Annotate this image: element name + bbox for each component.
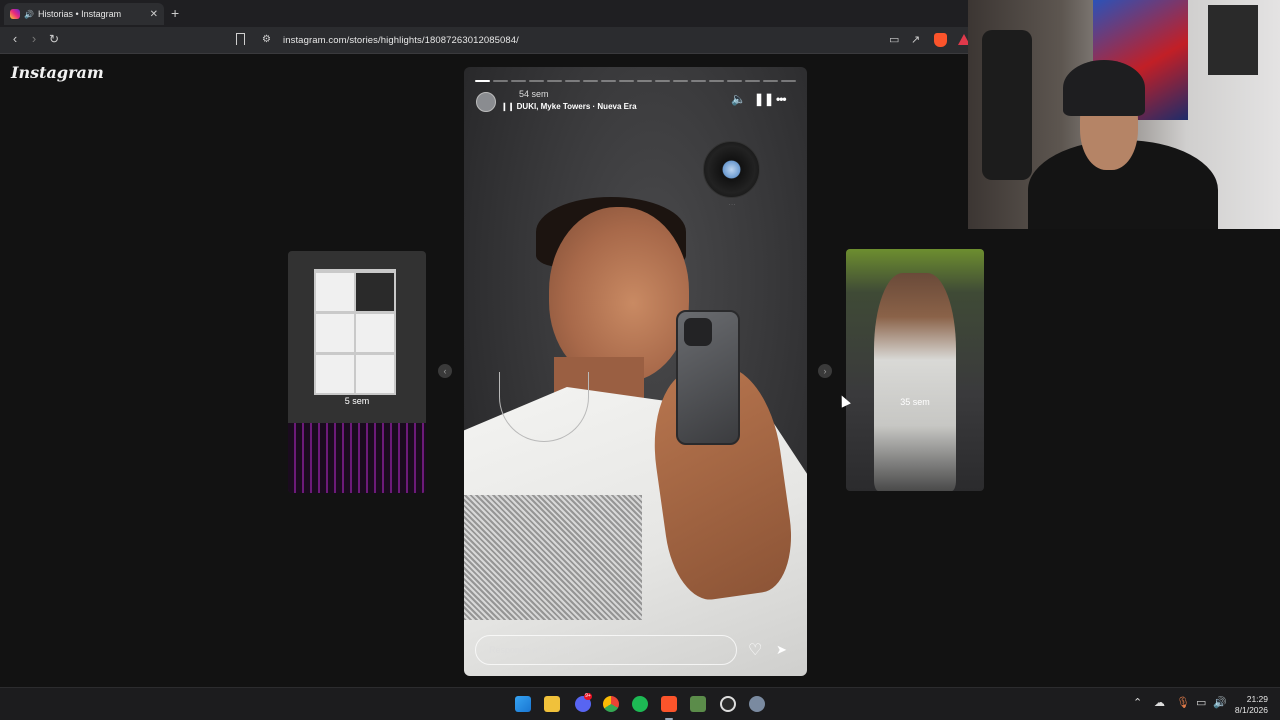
close-tab-icon[interactable]: ✕: [150, 9, 158, 20]
next-story-arrow-icon[interactable]: ›: [818, 364, 832, 378]
volume-tray-icon[interactable]: 🔊: [1213, 696, 1227, 709]
preview-tile: [356, 273, 394, 311]
cast-icon[interactable]: ▭: [889, 33, 899, 46]
more-options-icon[interactable]: •••: [776, 92, 787, 106]
back-button[interactable]: ‹: [6, 31, 24, 46]
hanging-jacket: [982, 30, 1032, 180]
microphone-icon[interactable]: 🎙: [1176, 696, 1190, 709]
preview-tile: [316, 355, 354, 393]
brave-browser-icon[interactable]: [661, 696, 677, 712]
windows-taskbar: 9+ ⌃ ☁ 🎙 ▭ 🔊 21:29 8/1/2026: [0, 687, 1280, 720]
highlight-avatar[interactable]: [476, 92, 496, 112]
chrome-icon[interactable]: [603, 696, 619, 712]
pause-icon[interactable]: ❚❚: [754, 92, 774, 106]
story-time: 54 sem: [519, 89, 549, 99]
brave-shields-icon[interactable]: [934, 33, 947, 47]
music-info[interactable]: ❙❙ DUKI, Myke Towers · Nueva Era: [501, 102, 637, 111]
wall-poster: [1208, 5, 1258, 75]
previous-story-arrow-icon[interactable]: ‹: [438, 364, 452, 378]
address-bar[interactable]: instagram.com/stories/highlights/1808726…: [283, 35, 519, 46]
story-progress-bar: [475, 80, 796, 82]
preview-tile: [356, 314, 394, 352]
instagram-logo[interactable]: Instagram: [11, 63, 104, 82]
story-photo-person: [549, 207, 689, 382]
like-heart-icon[interactable]: ♡: [748, 640, 762, 660]
audio-playing-icon[interactable]: 🔊: [24, 10, 34, 19]
reply-input[interactable]: Responde a drez.sq...: [475, 635, 737, 665]
instagram-favicon-icon: [10, 9, 20, 19]
send-icon[interactable]: ➤: [776, 642, 787, 658]
reload-button[interactable]: ↻: [45, 32, 63, 46]
start-menu-icon[interactable]: [515, 696, 531, 712]
minecraft-icon[interactable]: [690, 696, 706, 712]
obs-icon[interactable]: [720, 696, 736, 712]
preview-tile: [316, 314, 354, 352]
keyboard-image: [288, 423, 426, 493]
preview-time: 5 sem: [344, 396, 370, 406]
site-info-icon[interactable]: ⚙: [262, 34, 271, 45]
share-icon[interactable]: ↗: [911, 33, 920, 46]
story-viewer[interactable]: 54 sem ❙❙ DUKI, Myke Towers · Nueva Era …: [464, 67, 807, 676]
preview-image: [874, 273, 956, 491]
bookmark-icon[interactable]: [236, 33, 245, 45]
forward-button[interactable]: ›: [25, 31, 43, 46]
music-sticker-caption: · · ·: [728, 202, 736, 207]
story-photo-shirt-print: [464, 495, 642, 620]
music-label: DUKI, Myke Towers · Nueva Era: [516, 102, 637, 111]
preview-tile: [356, 355, 394, 393]
streamer-cap: [1063, 60, 1145, 116]
next-story-preview[interactable]: 35 sem: [846, 249, 984, 491]
settings-gear-icon[interactable]: [749, 696, 765, 712]
preview-time: 35 sem: [900, 397, 930, 407]
discord-notification-badge: 9+: [584, 693, 592, 700]
preview-image: [314, 269, 396, 395]
onedrive-cloud-icon[interactable]: ☁: [1154, 696, 1165, 709]
new-tab-button[interactable]: +: [171, 5, 179, 21]
preview-tile: [316, 273, 354, 311]
spotify-icon[interactable]: [632, 696, 648, 712]
browser-tab-instagram[interactable]: 🔊 Historias • Instagram ✕: [4, 3, 164, 25]
volume-icon[interactable]: 🔈: [731, 92, 746, 106]
previous-story-preview[interactable]: 5 sem: [288, 251, 426, 493]
network-icon[interactable]: ▭: [1196, 696, 1206, 709]
clock-date: 8/1/2026: [1234, 705, 1268, 715]
webcam-overlay: [968, 0, 1280, 229]
tab-title: Historias • Instagram: [37, 9, 122, 19]
clock-time: 21:29: [1246, 694, 1268, 704]
file-explorer-icon[interactable]: [544, 696, 560, 712]
phone-camera: [684, 318, 712, 346]
system-clock[interactable]: 21:29 8/1/2026: [1230, 694, 1268, 716]
story-photo-phone: [676, 310, 740, 445]
show-hidden-icons-chevron-icon[interactable]: ⌃: [1133, 696, 1142, 709]
music-sticker-icon[interactable]: [703, 141, 760, 198]
